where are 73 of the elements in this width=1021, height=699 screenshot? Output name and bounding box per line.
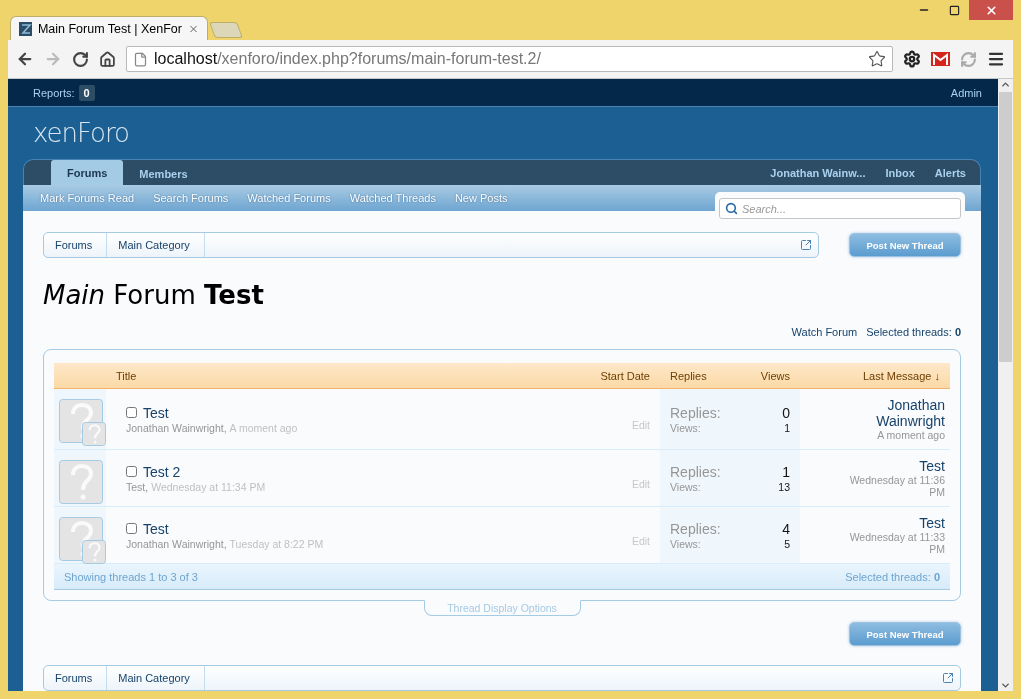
last-poster[interactable]: Jonathan Wainwright (840, 397, 945, 429)
favicon-icon (19, 21, 32, 36)
nav-link[interactable]: Alerts (934, 166, 966, 179)
views-count: 5 (783, 537, 790, 550)
thread-author[interactable]: Jonathan Wainwright, (126, 421, 227, 434)
home-icon[interactable] (99, 50, 116, 68)
checkbox[interactable] (126, 407, 137, 418)
views-label: Views: (670, 480, 702, 493)
back-icon[interactable] (16, 50, 34, 68)
views-label: Views: (670, 537, 702, 550)
url-text: localhost/xenforo/index.php?forums/main-forum-test.2/ (154, 50, 542, 68)
search-field[interactable]: Search... (719, 198, 961, 219)
menu-icon[interactable] (987, 50, 1005, 68)
replies-count: 0 (782, 404, 790, 421)
tab-title: Main Forum Test | XenFor (37, 21, 182, 36)
thread-author[interactable]: Jonathan Wainwright, (126, 537, 227, 550)
column-header[interactable]: Start Date (590, 369, 660, 382)
column-header[interactable]: Last Message ↓ (800, 369, 950, 382)
reload-icon[interactable] (72, 50, 89, 68)
checkbox[interactable] (126, 466, 137, 477)
external-link-icon[interactable] (800, 239, 812, 251)
column-header[interactable]: Title (106, 369, 147, 382)
last-date[interactable]: Wednesday at 11:33 PM (840, 531, 945, 555)
scroll-up-icon[interactable] (1000, 79, 1011, 90)
views-label: Views: (670, 421, 702, 434)
thread-title[interactable]: Test 2 (143, 463, 181, 480)
nav-tab[interactable]: Members (123, 163, 204, 185)
breadcrumb-link[interactable]: Forums (44, 666, 108, 690)
last-poster[interactable]: Test (919, 458, 945, 474)
showing-threads-text: Showing threads 1 to 3 of 3 (64, 570, 198, 583)
start-date: A moment ago (229, 421, 298, 434)
start-date: Tuesday at 8:22 PM (229, 537, 324, 550)
last-poster[interactable]: Test (919, 515, 945, 531)
watch-forum-link[interactable]: Watch Forum (791, 326, 858, 338)
breadcrumb-link[interactable]: Main Category (107, 666, 205, 690)
breadcrumb-link[interactable]: Forums (44, 233, 108, 257)
replies-label: Replies: (670, 404, 722, 421)
external-link-icon[interactable] (942, 672, 954, 684)
last-date[interactable]: Wednesday at 11:36 PM (840, 474, 945, 498)
thread-title[interactable]: Test (143, 520, 169, 537)
page-icon (133, 51, 148, 67)
forum-title: Main Forum Test (43, 280, 265, 310)
settings-icon[interactable] (903, 50, 921, 68)
column-header[interactable]: Replies (660, 369, 717, 382)
views-count: 1 (783, 421, 790, 434)
nav-tab[interactable]: Forums (51, 160, 124, 185)
replies-count: 4 (782, 520, 790, 537)
scroll-down-icon[interactable] (1000, 680, 1011, 691)
breadcrumb-link[interactable]: Main Category (107, 233, 205, 257)
views-count: 13 (778, 480, 790, 493)
admin-link[interactable]: Admin (950, 86, 982, 99)
thread-author[interactable]: Test, (126, 480, 149, 493)
replies-count: 1 (781, 463, 790, 480)
maximize-icon (948, 4, 960, 16)
nav-link[interactable]: Inbox (885, 166, 915, 179)
close-icon (984, 3, 998, 17)
last-date[interactable]: A moment ago (877, 429, 945, 441)
scrollbar[interactable] (998, 79, 1013, 691)
reports-link[interactable]: Reports: 0 (33, 86, 95, 99)
replies-label: Replies: (670, 463, 722, 480)
logo[interactable]: xenForo (23, 107, 981, 159)
browser-tab[interactable]: Main Forum Test | XenFor (10, 16, 208, 40)
thread-title[interactable]: Test (143, 404, 169, 421)
nav-link[interactable]: Jonathan Wainw... (770, 166, 866, 179)
address-bar[interactable]: localhost/xenforo/index.php?forums/main-forum-test.2/ (126, 46, 893, 72)
selected-threads-link[interactable]: Selected threads: 0 (866, 326, 961, 338)
replies-label: Replies: (670, 520, 722, 537)
search-icon (725, 202, 738, 215)
start-date: Wednesday at 11:34 PM (151, 480, 266, 493)
star-icon[interactable] (868, 50, 886, 68)
checkbox[interactable] (126, 523, 137, 534)
mail-icon[interactable] (931, 52, 950, 66)
column-header[interactable]: Views (750, 369, 800, 382)
